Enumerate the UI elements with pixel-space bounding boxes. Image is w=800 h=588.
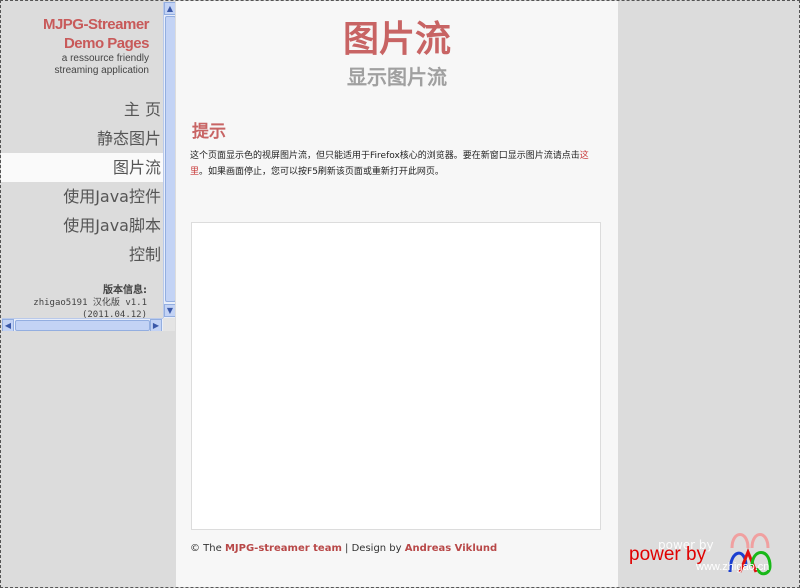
brand-tagline-line1: a ressource friendly (61, 53, 149, 64)
sidebar-menu: 主 页 静态图片 图片流 使用Java控件 使用Java脚本 控制 (1, 95, 163, 269)
horizontal-scroll-thumb[interactable] (15, 320, 150, 331)
scroll-right-icon[interactable]: ▶ (150, 319, 162, 331)
watermark: power by power by www.zhigao.cn (626, 524, 796, 580)
brand-tagline-line2: streaming application (54, 65, 150, 76)
nav-item-java-applet[interactable]: 使用Java控件 (1, 182, 163, 211)
nav-item-home[interactable]: 主 页 (1, 95, 163, 124)
notice-text: 这个页面显示色的视屏图片流，但只能适用于Firefox核心的浏览器。要在新窗口显… (190, 148, 604, 180)
version-info: 版本信息: zhigao5191 汉化版 v1.1 (2011.04.12) (33, 284, 147, 321)
scrollbar-corner (163, 318, 175, 331)
version-name: zhigao5191 汉化版 v1.1 (33, 298, 147, 308)
nav-horizontal-scrollbar[interactable]: ◀ ▶ (2, 318, 163, 331)
footer-team: MJPG-streamer team (224, 543, 342, 554)
brand-title-line1: MJPG-Streamer (42, 16, 150, 33)
footer-copyright: © The (190, 543, 222, 554)
footer-separator: | Design by (341, 543, 402, 554)
version-title: 版本信息: (103, 285, 147, 296)
scroll-down-icon[interactable]: ▼ (164, 304, 175, 317)
main-content: 图片流 显示图片流 提示 这个页面显示色的视屏图片流，但只能适用于Firefox… (176, 1, 618, 587)
scroll-up-icon[interactable]: ▲ (164, 2, 175, 15)
brand-title-line2: Demo Pages (63, 35, 150, 52)
nav-item-stream[interactable]: 图片流 (1, 153, 163, 182)
watermark-power-text: power by (629, 544, 707, 565)
brand: MJPG-Streamer Demo Pages a ressource fri… (42, 15, 150, 77)
stream-image-area (191, 222, 601, 530)
notice-text-part2: 。如果画面停止，您可以按F5刷新该页面或重新打开此网页。 (199, 167, 444, 177)
nav-frame: MJPG-Streamer Demo Pages a ressource fri… (1, 1, 175, 331)
scroll-left-icon[interactable]: ◀ (2, 319, 14, 331)
vertical-scroll-thumb[interactable] (165, 16, 175, 302)
nav-vertical-scrollbar[interactable]: ▲ ▼ (163, 2, 175, 318)
notice-text-part1: 这个页面显示色的视屏图片流，但只能适用于Firefox核心的浏览器。要在新窗口显… (190, 151, 580, 161)
notice-heading: 提示 (192, 122, 226, 142)
watermark-url: www.zhigao.cn (696, 561, 770, 573)
nav-item-javascript[interactable]: 使用Java脚本 (1, 211, 163, 240)
nav-item-control[interactable]: 控制 (1, 240, 163, 269)
page-title: 图片流 (342, 19, 451, 60)
nav-item-static-image[interactable]: 静态图片 (1, 124, 163, 153)
footer: © The MJPG-streamer team | Design by And… (190, 543, 497, 554)
page-subtitle: 显示图片流 (347, 65, 447, 89)
footer-designer: Andreas Viklund (404, 543, 498, 554)
